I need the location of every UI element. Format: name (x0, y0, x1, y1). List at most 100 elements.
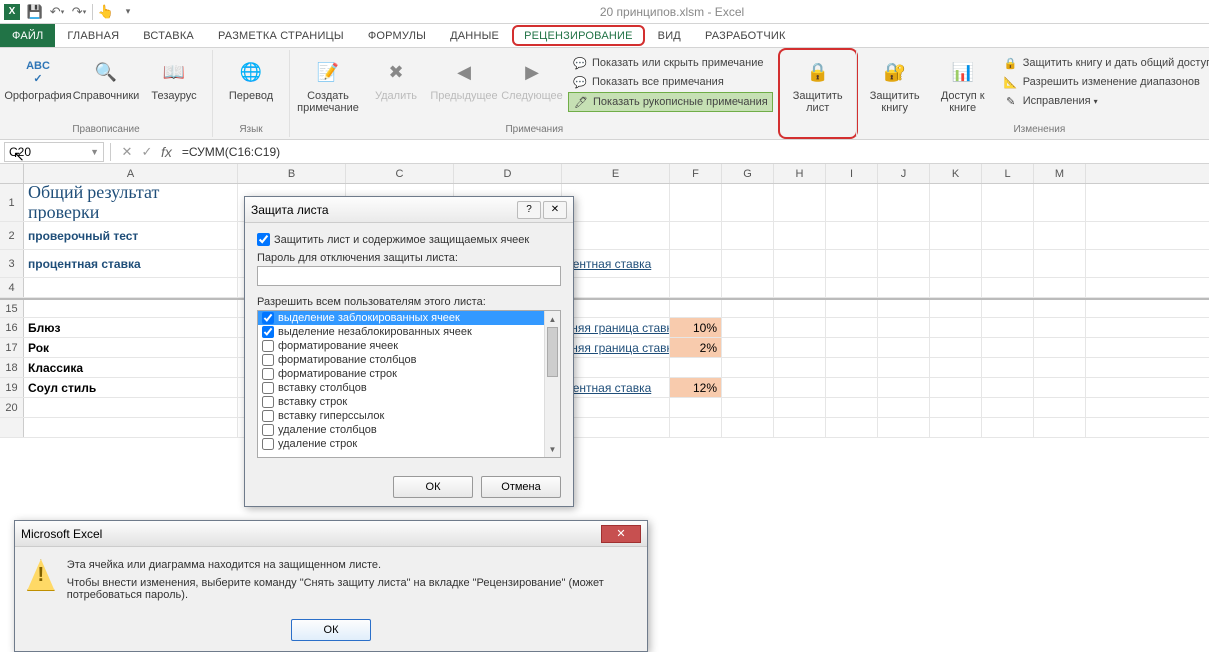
perm-item-4[interactable]: форматирование строк (258, 367, 560, 381)
tab-view[interactable]: ВИД (646, 24, 693, 47)
protect-checkbox-row[interactable]: Защитить лист и содержимое защищаемых яч… (257, 233, 561, 246)
perm-checkbox-2[interactable] (262, 340, 274, 352)
research-button[interactable]: 🔍Справочники (74, 54, 138, 104)
allow-ranges-button[interactable]: 📐Разрешить изменение диапазонов (999, 73, 1209, 91)
perm-item-5[interactable]: вставку столбцов (258, 381, 560, 395)
rowhead-16[interactable]: 16 (0, 318, 24, 337)
cell-A18[interactable]: Классика (24, 358, 238, 377)
tab-home[interactable]: ГЛАВНАЯ (55, 24, 131, 47)
perm-item-7[interactable]: вставку гиперссылок (258, 409, 560, 423)
col-H[interactable]: H (774, 164, 826, 183)
warning-close-button[interactable]: ✕ (601, 525, 641, 543)
rowhead-2[interactable]: 2 (0, 222, 24, 249)
perm-checkbox-7[interactable] (262, 410, 274, 422)
permissions-scrollbar[interactable]: ▲ ▼ (544, 311, 560, 457)
col-I[interactable]: I (826, 164, 878, 183)
protect-workbook-button[interactable]: 🔐Защитить книгу (863, 54, 927, 116)
col-J[interactable]: J (878, 164, 930, 183)
protect-sheet-button[interactable]: 🔒Защитить лист (786, 54, 850, 116)
dialog-help-button[interactable]: ? (517, 201, 541, 219)
rowhead-1[interactable]: 1 (0, 184, 24, 221)
col-B[interactable]: B (238, 164, 346, 183)
perm-checkbox-5[interactable] (262, 382, 274, 394)
col-L[interactable]: L (982, 164, 1034, 183)
translate-button[interactable]: 🌐Перевод (219, 54, 283, 104)
scroll-down-icon[interactable]: ▼ (545, 441, 560, 457)
permissions-list[interactable]: выделение заблокированных ячееквыделение… (257, 310, 561, 458)
perm-checkbox-4[interactable] (262, 368, 274, 380)
cell-F16[interactable]: 10% (670, 318, 722, 337)
spelling-button[interactable]: ABC✓Орфография (6, 54, 70, 104)
perm-item-6[interactable]: вставку строк (258, 395, 560, 409)
qat-redo-icon[interactable]: ↷▾ (68, 1, 90, 23)
cell-E3[interactable]: центная ставка (562, 250, 670, 277)
col-G[interactable]: G (722, 164, 774, 183)
dialog-ok-button[interactable]: ОК (393, 476, 473, 498)
dialog-close-button[interactable]: ✕ (543, 201, 567, 219)
col-D[interactable]: D (454, 164, 562, 183)
cell-A20[interactable] (24, 398, 238, 417)
cell-E16[interactable]: княя граница ставки (562, 318, 670, 337)
cell-A2[interactable]: проверочный тест (24, 222, 238, 249)
share-workbook-button[interactable]: 📊Доступ к книге (931, 54, 995, 116)
tab-formulas[interactable]: ФОРМУЛЫ (356, 24, 438, 47)
warning-ok-button[interactable]: ОК (291, 619, 371, 641)
col-K[interactable]: K (930, 164, 982, 183)
col-E[interactable]: E (562, 164, 670, 183)
perm-checkbox-9[interactable] (262, 438, 274, 450)
cell-A17[interactable]: Рок (24, 338, 238, 357)
protect-checkbox[interactable] (257, 233, 270, 246)
col-C[interactable]: C (346, 164, 454, 183)
perm-item-3[interactable]: форматирование столбцов (258, 353, 560, 367)
dialog-titlebar[interactable]: Защита листа ? ✕ (245, 197, 573, 223)
scroll-thumb[interactable] (547, 327, 558, 377)
perm-item-2[interactable]: форматирование ячеек (258, 339, 560, 353)
col-M[interactable]: M (1034, 164, 1086, 183)
enter-formula-icon[interactable]: ✓ (137, 144, 157, 160)
perm-checkbox-8[interactable] (262, 424, 274, 436)
formula-input[interactable]: =СУММ(C16:C19) (176, 145, 1209, 159)
col-F[interactable]: F (670, 164, 722, 183)
tab-insert[interactable]: ВСТАВКА (131, 24, 206, 47)
col-A[interactable]: A (24, 164, 238, 183)
show-all-comments-button[interactable]: 💬Показать все примечания (568, 73, 773, 91)
cell-A3[interactable]: процентная ставка (24, 250, 238, 277)
name-box[interactable]: C20▼ (4, 142, 104, 162)
perm-checkbox-0[interactable] (262, 312, 274, 324)
cell-F19[interactable]: 12% (670, 378, 722, 397)
rowhead-15[interactable]: 15 (0, 300, 24, 317)
rowhead-20[interactable]: 20 (0, 398, 24, 417)
protect-share-button[interactable]: 🔒Защитить книгу и дать общий доступ (999, 54, 1209, 72)
tab-data[interactable]: ДАННЫЕ (438, 24, 511, 47)
tab-page-layout[interactable]: РАЗМЕТКА СТРАНИЦЫ (206, 24, 356, 47)
qat-touch-icon[interactable]: 👆 (95, 1, 117, 23)
perm-item-0[interactable]: выделение заблокированных ячеек (258, 311, 560, 325)
rowhead-4[interactable]: 4 (0, 278, 24, 297)
thesaurus-button[interactable]: 📖Тезаурус (142, 54, 206, 104)
cell-F17[interactable]: 2% (670, 338, 722, 357)
tab-file[interactable]: ФАЙЛ (0, 24, 55, 47)
cell-A16[interactable]: Блюз (24, 318, 238, 337)
perm-checkbox-6[interactable] (262, 396, 274, 408)
scroll-up-icon[interactable]: ▲ (545, 311, 560, 327)
password-input[interactable] (257, 266, 561, 286)
warning-titlebar[interactable]: Microsoft Excel ✕ (15, 521, 647, 547)
cell-E19[interactable]: центная ставка (562, 378, 670, 397)
toggle-comment-button[interactable]: 💬Показать или скрыть примечание (568, 54, 773, 72)
perm-checkbox-1[interactable] (262, 326, 274, 338)
namebox-dropdown-icon[interactable]: ▼ (90, 147, 99, 157)
select-all-corner[interactable] (0, 164, 24, 183)
qat-custom-dropdown-icon[interactable]: ▾ (117, 1, 139, 23)
new-comment-button[interactable]: 📝Создать примечание (296, 54, 360, 116)
cancel-formula-icon[interactable]: ✕ (117, 144, 137, 160)
rowhead-17[interactable]: 17 (0, 338, 24, 357)
fx-icon[interactable]: fx (161, 144, 172, 160)
tab-developer[interactable]: РАЗРАБОТЧИК (693, 24, 798, 47)
dialog-cancel-button[interactable]: Отмена (481, 476, 561, 498)
rowhead-3[interactable]: 3 (0, 250, 24, 277)
rowhead-18[interactable]: 18 (0, 358, 24, 377)
perm-item-9[interactable]: удаление строк (258, 437, 560, 451)
rowhead-19[interactable]: 19 (0, 378, 24, 397)
perm-item-8[interactable]: удаление столбцов (258, 423, 560, 437)
perm-item-1[interactable]: выделение незаблокированных ячеек (258, 325, 560, 339)
